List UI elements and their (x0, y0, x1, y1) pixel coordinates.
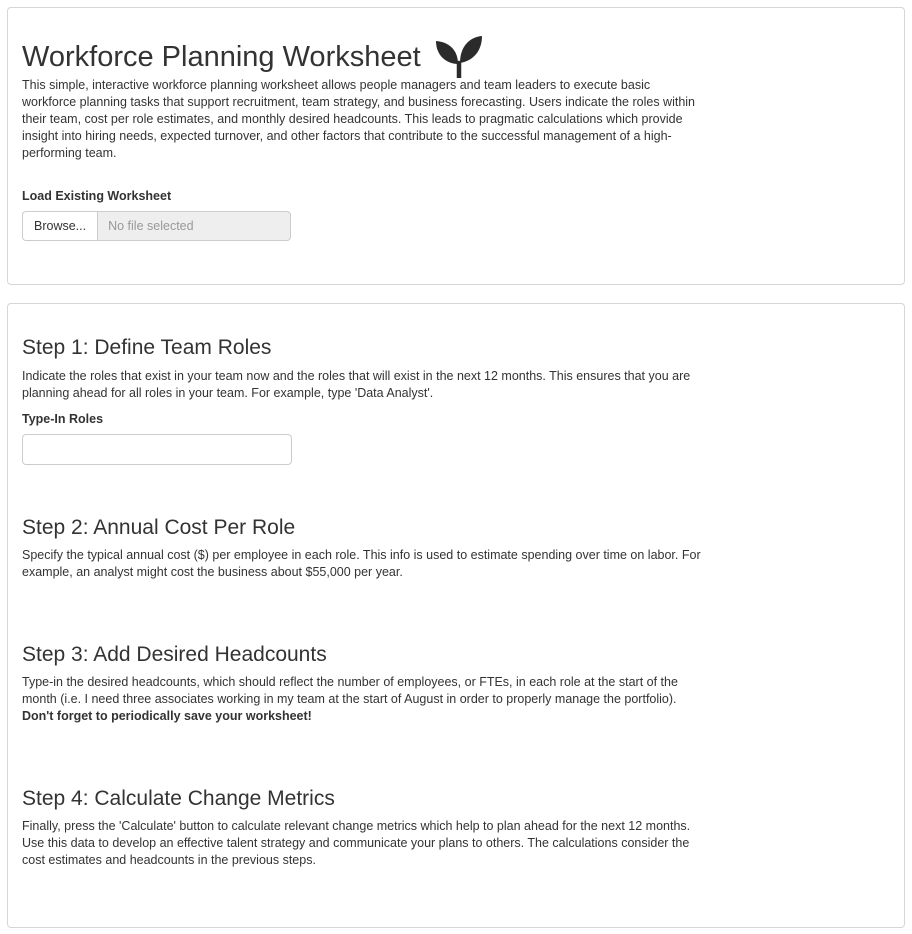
step3-description: Type-in the desired headcounts, which sh… (22, 674, 702, 725)
intro-text: This simple, interactive workforce plann… (22, 78, 696, 160)
file-name-display[interactable]: No file selected (97, 211, 292, 241)
intro-content: Workforce Planning Worksheet This simple… (22, 32, 702, 241)
file-input: Browse... No file selected (22, 211, 702, 241)
intro-panel: Workforce Planning Worksheet This simple… (7, 7, 905, 285)
roles-input[interactable] (22, 434, 292, 465)
step3-description-text: Type-in the desired headcounts, which sh… (22, 675, 678, 706)
seedling-icon (435, 36, 483, 81)
step2-title: Step 2: Annual Cost Per Role (22, 516, 296, 539)
step1-description: Indicate the roles that exist in your te… (22, 369, 691, 400)
page-title: Workforce Planning Worksheet (22, 32, 702, 81)
step3-section: Step 3: Add Desired Headcounts Type-in t… (22, 642, 702, 725)
steps-panel: Step 1: Define Team Roles Indicate the r… (7, 303, 905, 928)
step4-description: Finally, press the 'Calculate' button to… (22, 819, 691, 867)
step4-title: Step 4: Calculate Change Metrics (22, 787, 335, 810)
step2-description: Specify the typical annual cost ($) per … (22, 548, 701, 579)
step3-title: Step 3: Add Desired Headcounts (22, 643, 327, 666)
step2-section: Step 2: Annual Cost Per Role Specify the… (22, 515, 702, 581)
roles-input-label: Type-In Roles (22, 412, 104, 426)
step1-title: Step 1: Define Team Roles (22, 336, 272, 359)
load-worksheet-label: Load Existing Worksheet (22, 189, 172, 203)
step1-section: Step 1: Define Team Roles Indicate the r… (22, 335, 702, 465)
load-worksheet-group: Load Existing Worksheet Browse... No fil… (22, 188, 702, 241)
page-title-text: Workforce Planning Worksheet (22, 41, 421, 73)
browse-button[interactable]: Browse... (22, 211, 98, 241)
step4-section: Step 4: Calculate Change Metrics Finally… (22, 786, 702, 869)
save-reminder: Don't forget to periodically save your w… (22, 709, 312, 723)
